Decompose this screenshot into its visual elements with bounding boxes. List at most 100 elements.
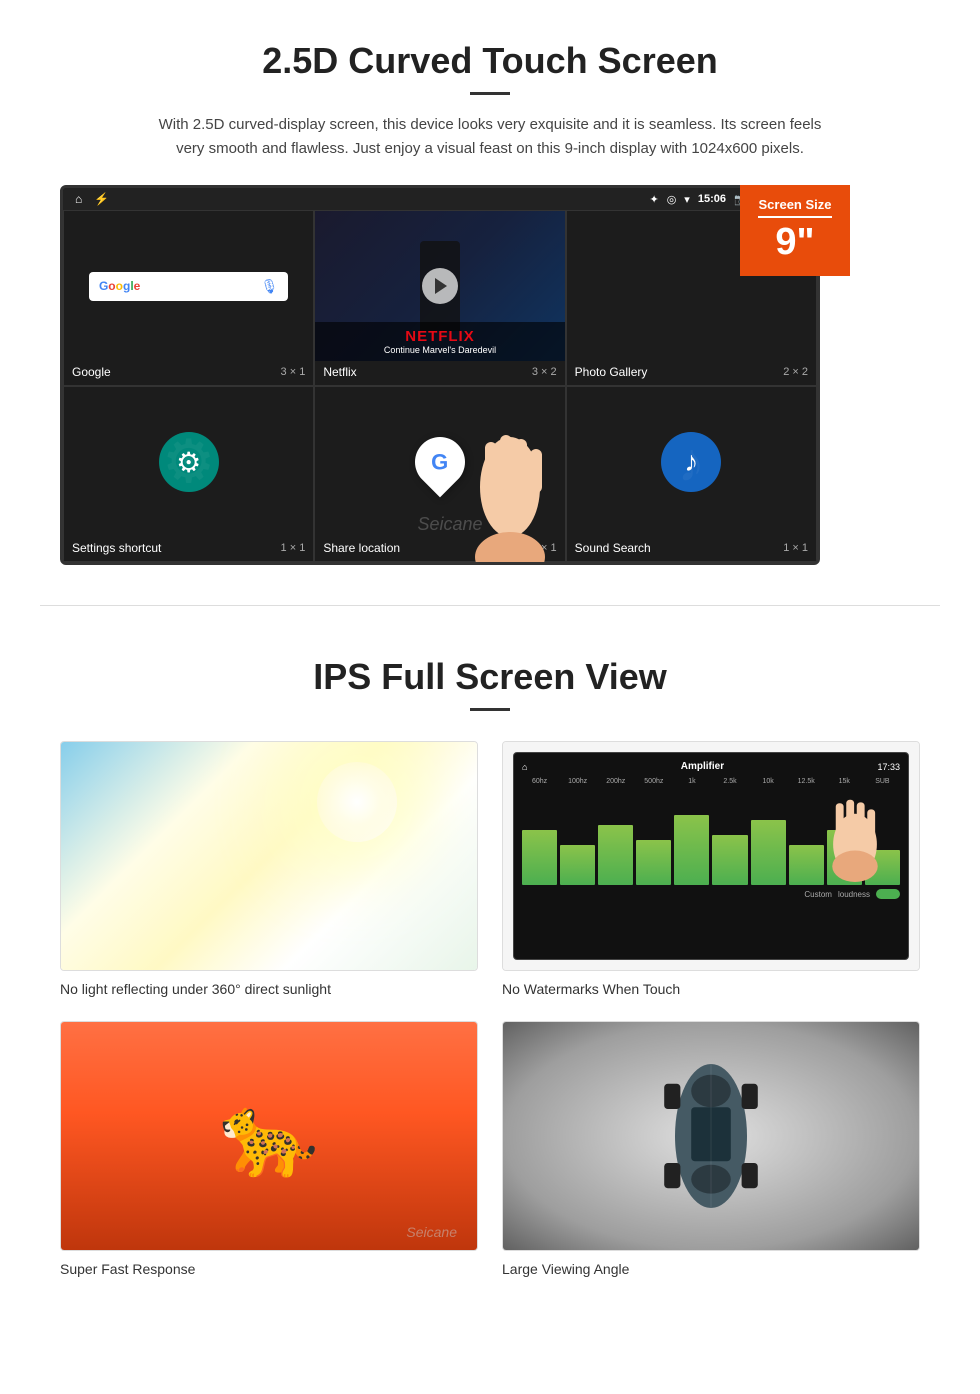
car-svg bbox=[651, 1046, 771, 1226]
amp-label-60hz: 60hz bbox=[522, 778, 557, 785]
netflix-label: Netflix 3 × 2 bbox=[315, 361, 564, 385]
settings-label: Settings shortcut 1 × 1 bbox=[64, 537, 313, 561]
sun-glow bbox=[317, 762, 397, 842]
cheetah-caption: Super Fast Response bbox=[60, 1261, 478, 1277]
sunlight-image bbox=[60, 741, 478, 971]
amp-time: 17:33 bbox=[877, 762, 900, 772]
app-cell-sound[interactable]: ♪ ♪ Sound Search 1 × 1 bbox=[566, 386, 817, 562]
amp-label-2k5: 2.5k bbox=[712, 778, 747, 785]
amp-screen: ⌂ Amplifier 17:33 60hz 100hz 200hz 500hz… bbox=[513, 752, 909, 960]
section2-title: IPS Full Screen View bbox=[60, 656, 920, 698]
page-divider bbox=[40, 605, 940, 606]
section1-desc: With 2.5D curved-display screen, this de… bbox=[150, 113, 830, 161]
amp-label-12k5: 12.5k bbox=[789, 778, 824, 785]
sound-ghost-icon: ♪ bbox=[678, 430, 706, 494]
section2-divider bbox=[470, 708, 510, 711]
section-curved: 2.5D Curved Touch Screen With 2.5D curve… bbox=[0, 0, 980, 595]
screen-size-badge: Screen Size 9" bbox=[740, 185, 850, 276]
badge-label: Screen Size bbox=[758, 197, 832, 212]
amp-loudness-label: loudness bbox=[838, 890, 870, 899]
feature-cheetah: 🐆 Seicane Super Fast Response bbox=[60, 1021, 478, 1277]
amp-custom-label: Custom bbox=[804, 890, 832, 899]
app-cell-netflix[interactable]: NETFLIX Continue Marvel's Daredevil Netf… bbox=[314, 210, 565, 386]
amp-bar-3 bbox=[598, 825, 633, 885]
amp-footer: Custom loudness bbox=[522, 889, 900, 899]
app-cell-google[interactable]: Google 🎙 Google 3 × 1 bbox=[63, 210, 314, 386]
amplifier-caption: No Watermarks When Touch bbox=[502, 981, 920, 997]
app-cell-share[interactable]: G bbox=[314, 386, 565, 562]
feature-grid: No light reflecting under 360° direct su… bbox=[60, 741, 920, 1277]
feature-amplifier: ⌂ Amplifier 17:33 60hz 100hz 200hz 500hz… bbox=[502, 741, 920, 997]
app-cell-settings[interactable]: ⚙ ⚙ Settings shortcut 1 × 1 bbox=[63, 386, 314, 562]
gallery-app-size: 2 × 2 bbox=[783, 366, 808, 378]
netflix-app-name: Netflix bbox=[323, 365, 356, 379]
maps-logo: G bbox=[405, 427, 476, 498]
cheetah-image: 🐆 Seicane bbox=[60, 1021, 478, 1251]
share-app-size: 1 × 1 bbox=[532, 542, 557, 554]
section1-divider bbox=[470, 92, 510, 95]
google-search-bar[interactable]: Google 🎙 bbox=[89, 272, 288, 301]
amp-bar-1 bbox=[522, 830, 557, 885]
amp-label-100hz: 100hz bbox=[560, 778, 595, 785]
sunlight-visual bbox=[61, 742, 477, 970]
settings-ghost-icon: ⚙ bbox=[162, 427, 216, 497]
google-app-size: 3 × 1 bbox=[281, 366, 306, 378]
amp-bar-6 bbox=[712, 835, 747, 885]
amp-bar-7 bbox=[751, 820, 786, 885]
car-top-view bbox=[651, 1046, 771, 1226]
amp-label-1k: 1k bbox=[674, 778, 709, 785]
share-label: Share location 1 × 1 bbox=[315, 537, 564, 561]
netflix-cell-inner: NETFLIX Continue Marvel's Daredevil bbox=[315, 211, 564, 361]
car-visual bbox=[503, 1022, 919, 1250]
amp-header: ⌂ Amplifier 17:33 bbox=[522, 761, 900, 772]
feature-car: Large Viewing Angle bbox=[502, 1021, 920, 1277]
amp-label-10k: 10k bbox=[751, 778, 786, 785]
settings-cell-inner: ⚙ ⚙ bbox=[64, 387, 313, 537]
status-time: 15:06 bbox=[698, 193, 726, 205]
amp-toggle[interactable] bbox=[876, 889, 900, 899]
android-screen: ⌂ ⚡ ✦ ◎ ▾ 15:06 📷 🔊 ✕ ▭ bbox=[60, 185, 820, 565]
maps-logo-inner: G bbox=[431, 449, 448, 475]
amplifier-visual: ⌂ Amplifier 17:33 60hz 100hz 200hz 500hz… bbox=[503, 742, 919, 970]
gallery-label: Photo Gallery 2 × 2 bbox=[567, 361, 816, 385]
bluetooth-icon: ✦ bbox=[649, 193, 658, 206]
amp-bar-4 bbox=[636, 840, 671, 885]
amp-bar-5 bbox=[674, 815, 709, 885]
netflix-logo: NETFLIX bbox=[323, 328, 556, 345]
section1-title: 2.5D Curved Touch Screen bbox=[60, 40, 920, 82]
share-cell-inner: G bbox=[315, 387, 564, 537]
netflix-app-size: 3 × 2 bbox=[532, 366, 557, 378]
badge-divider bbox=[758, 216, 832, 218]
car-caption: Large Viewing Angle bbox=[502, 1261, 920, 1277]
status-bar: ⌂ ⚡ ✦ ◎ ▾ 15:06 📷 🔊 ✕ ▭ bbox=[63, 188, 817, 210]
sound-label: Sound Search 1 × 1 bbox=[567, 537, 816, 561]
car-image bbox=[502, 1021, 920, 1251]
home-icon: ⌂ bbox=[75, 192, 82, 206]
amp-label-sub: SUB bbox=[865, 778, 900, 785]
usb-icon: ⚡ bbox=[94, 192, 109, 206]
amp-bar-2 bbox=[560, 845, 595, 885]
device-wrapper: Screen Size 9" ⌂ ⚡ ✦ ◎ ▾ 15:06 bbox=[60, 185, 840, 565]
gallery-app-name: Photo Gallery bbox=[575, 365, 648, 379]
mic-icon: 🎙 bbox=[261, 278, 279, 295]
wifi-icon: ▾ bbox=[684, 193, 690, 206]
status-left: ⌂ ⚡ bbox=[75, 192, 109, 206]
play-triangle bbox=[435, 278, 447, 294]
amp-label-200hz: 200hz bbox=[598, 778, 633, 785]
cheetah-visual: 🐆 Seicane bbox=[61, 1022, 477, 1250]
sound-cell-inner: ♪ ♪ bbox=[567, 387, 816, 537]
settings-app-name: Settings shortcut bbox=[72, 541, 161, 555]
netflix-info: NETFLIX Continue Marvel's Daredevil bbox=[315, 322, 564, 361]
section-ips: IPS Full Screen View No light reflecting… bbox=[0, 616, 980, 1307]
amplifier-image: ⌂ Amplifier 17:33 60hz 100hz 200hz 500hz… bbox=[502, 741, 920, 971]
sound-app-name: Sound Search bbox=[575, 541, 651, 555]
google-logo: Google bbox=[99, 279, 140, 293]
netflix-play-button[interactable] bbox=[422, 268, 458, 304]
app-grid: Google 🎙 Google 3 × 1 bbox=[63, 210, 817, 562]
location-icon: ◎ bbox=[667, 193, 677, 206]
google-cell-inner: Google 🎙 bbox=[64, 211, 313, 361]
google-app-name: Google bbox=[72, 365, 111, 379]
amp-freq-labels: 60hz 100hz 200hz 500hz 1k 2.5k 10k 12.5k… bbox=[522, 778, 900, 785]
amp-home-icon: ⌂ bbox=[522, 762, 527, 772]
cheetah-emoji: 🐆 bbox=[219, 1089, 319, 1183]
